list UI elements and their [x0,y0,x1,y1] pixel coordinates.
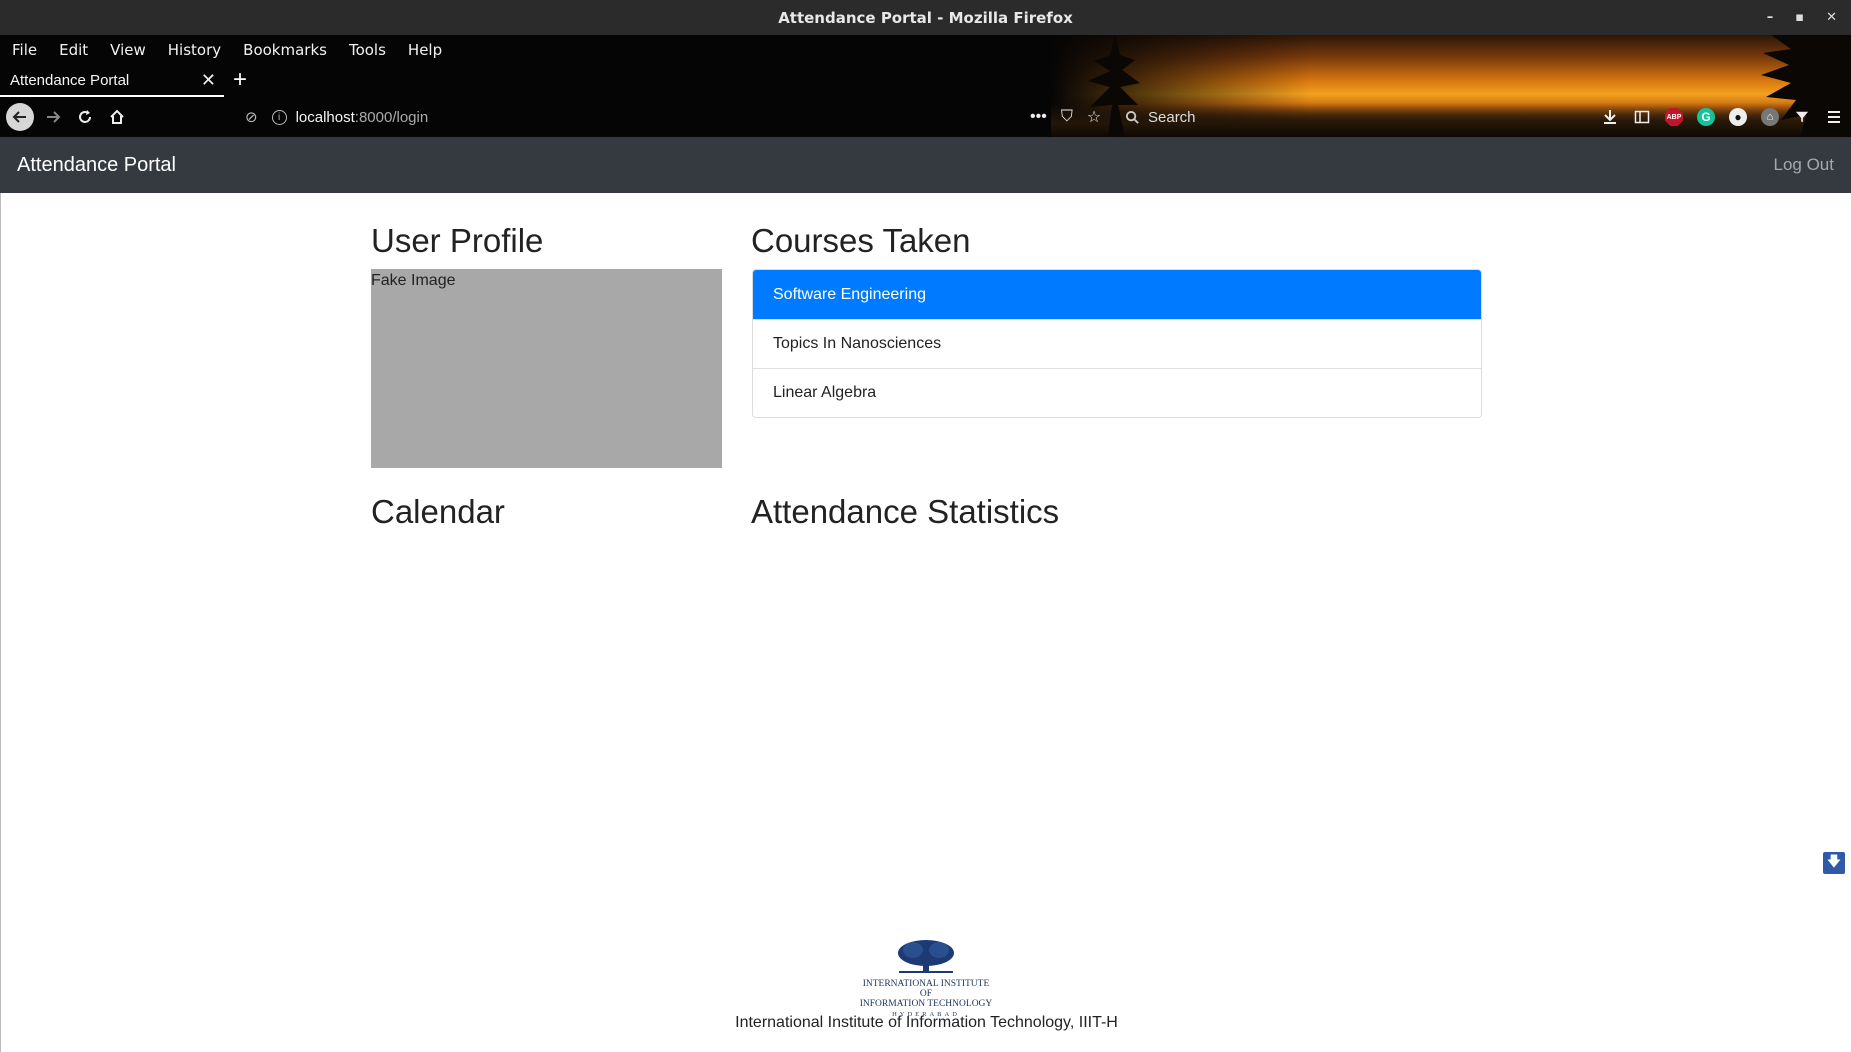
url-host: localhost [295,108,355,126]
menu-file[interactable]: File [12,41,37,59]
menu-view[interactable]: View [110,41,146,59]
adblock-plus-icon[interactable]: ABP [1665,108,1683,126]
bookmark-star-icon[interactable]: ☆ [1087,107,1101,127]
site-info-icon[interactable]: i [271,109,287,125]
pocket-icon[interactable]: ⛉ [1061,108,1073,126]
extension-icons: ABP G ● ⌂ [1601,103,1843,131]
close-window-icon[interactable]: ✕ [1826,10,1837,25]
search-icon [1125,110,1139,124]
home-icon[interactable] [103,103,131,131]
url-path: :8000/login [354,108,429,126]
course-item-linear-algebra[interactable]: Linear Algebra [753,368,1481,417]
logo-line2: INFORMATION TECHNOLOGY [859,999,993,1009]
scroll-down-arrow-icon[interactable]: 🡇 [1823,852,1845,874]
tab-strip: Attendance Portal ✕ + [0,65,1851,97]
download-icon[interactable] [1601,108,1619,126]
grammarly-icon[interactable]: G [1697,108,1715,126]
page-actions: ••• ⛉ ☆ [1030,103,1101,131]
footer-text: International Institute of Information T… [735,1014,1118,1031]
new-tab-button[interactable]: + [233,66,247,94]
menu-edit[interactable]: Edit [59,41,88,59]
menu-help[interactable]: Help [408,41,442,59]
logo-line1: INTERNATIONAL INSTITUTE OF [862,979,990,999]
brand-link[interactable]: Attendance Portal [17,154,176,177]
tree-logo-icon [898,940,954,973]
privacy-badger-icon[interactable]: ⌂ [1761,108,1779,126]
minimize-icon[interactable]: – [1767,10,1774,25]
course-list: Software Engineering Topics In Nanoscien… [752,269,1482,418]
back-arrow-icon[interactable] [6,103,34,131]
iiit-logo: INTERNATIONAL INSTITUTE OF INFORMATION T… [856,938,996,1018]
window-controls: – ▪ ✕ [1767,0,1837,35]
account-icon[interactable]: ● [1729,108,1747,126]
user-profile-heading: User Profile [371,222,544,259]
menu-tools[interactable]: Tools [349,41,386,59]
maximize-icon[interactable]: ▪ [1795,10,1804,25]
forward-arrow-icon[interactable] [39,103,67,131]
menu-bookmarks[interactable]: Bookmarks [243,41,327,59]
course-name: Software Engineering [773,285,926,303]
course-item-topics-in-nanosciences[interactable]: Topics In Nanosciences [753,319,1481,368]
attendance-statistics-heading: Attendance Statistics [751,493,1060,530]
tracking-protection-icon[interactable]: ⊘ [245,108,258,126]
browser-toolbar: File Edit View History Bookmarks Tools H… [0,35,1851,137]
app-navbar: Attendance Portal Log Out [0,137,1851,193]
window-titlebar: Attendance Portal - Mozilla Firefox – ▪ … [0,0,1851,35]
tab-title: Attendance Portal [10,71,130,89]
sidebar-icon[interactable] [1633,108,1651,126]
more-actions-icon[interactable]: ••• [1030,108,1047,126]
course-name: Topics In Nanosciences [773,335,942,352]
course-name: Linear Algebra [773,384,877,401]
reload-icon[interactable] [71,103,99,131]
logout-link[interactable]: Log Out [1774,155,1835,175]
funnel-icon[interactable] [1793,108,1811,126]
profile-image: Fake Image [371,269,722,468]
search-input[interactable]: Search [1125,105,1475,129]
window-title: Attendance Portal - Mozilla Firefox [778,8,1073,27]
courses-taken-heading: Courses Taken [751,222,971,259]
hamburger-menu-icon[interactable] [1825,108,1843,126]
navigation-bar: ⊘ i localhost:8000/login ••• ⛉ ☆ Search … [0,97,1851,137]
main-content: User Profile Courses Taken Fake Image So… [0,193,1851,1052]
profile-image-text: Fake Image [371,272,456,289]
url-bar[interactable]: ⊘ i localhost:8000/login [245,103,1025,131]
menu-history[interactable]: History [168,41,221,59]
menu-bar: File Edit View History Bookmarks Tools H… [0,35,442,65]
close-tab-icon[interactable]: ✕ [201,70,216,91]
tab-attendance-portal[interactable]: Attendance Portal ✕ [0,65,224,97]
course-item-software-engineering[interactable]: Software Engineering [753,270,1481,319]
search-placeholder: Search [1148,108,1196,126]
calendar-heading: Calendar [371,493,505,530]
